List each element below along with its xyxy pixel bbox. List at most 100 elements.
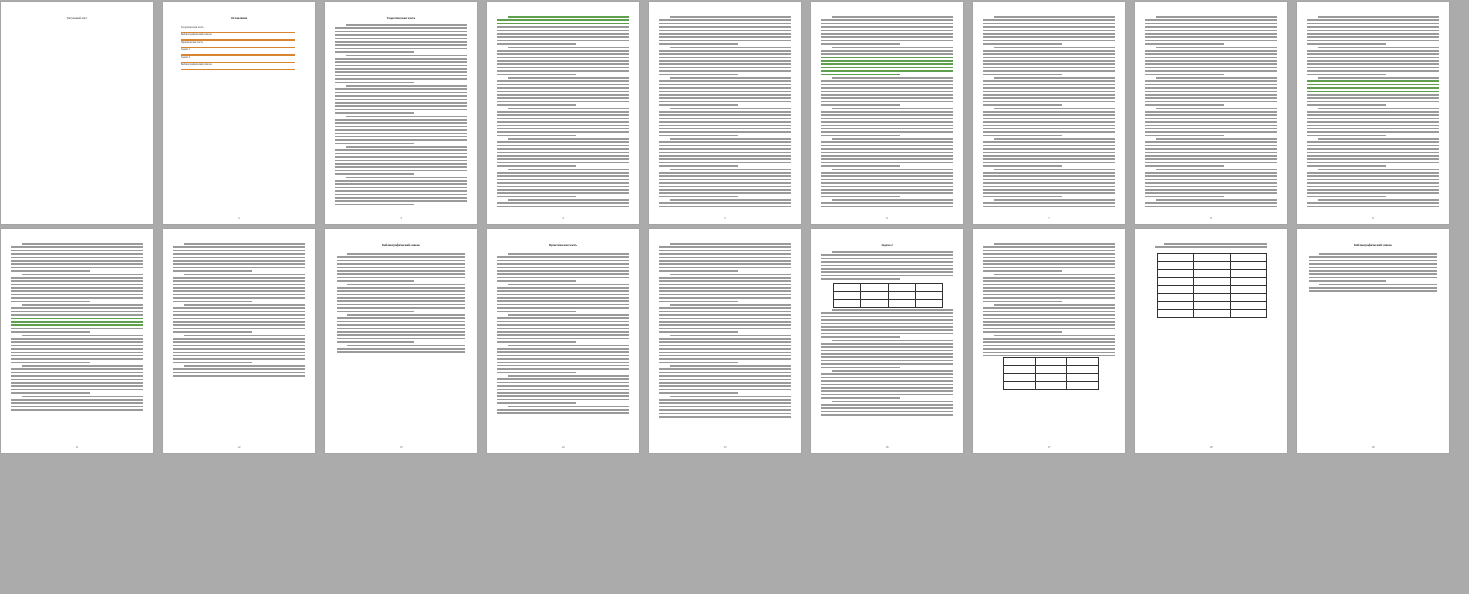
text-line [983,127,1115,130]
text-line [659,151,791,154]
text-line [11,314,143,316]
text-line [1145,83,1277,86]
text-line [821,90,953,93]
text-line [1307,114,1439,116]
data-table [1157,253,1267,318]
text-line [173,256,305,259]
text-line [1307,134,1387,137]
text-line [821,397,901,399]
text-line [497,347,629,350]
text-line [1145,80,1277,83]
page-thumbnail[interactable]: 7 [973,2,1125,224]
text-line [1309,259,1437,262]
page-thumbnail[interactable]: 8 [1135,2,1287,224]
text-line [335,152,467,155]
text-line [497,195,577,198]
text-line [659,398,791,401]
page-thumbnail[interactable]: Задача 2 16 [811,229,963,453]
toc-item[interactable]: Задача 1 [181,48,295,56]
page-thumbnail[interactable]: Библиографический список 13 [325,229,477,453]
text-line [821,271,953,273]
text-line [1307,182,1439,184]
page-thumbnail[interactable]: 17 [973,229,1125,453]
text-line [983,317,1115,320]
page-title: Библиографический список [381,243,421,247]
text-line [821,56,953,59]
text-line [831,138,953,140]
text-line [983,155,1115,157]
page-thumbnail[interactable]: Библиографический список 19 [1297,229,1449,453]
text-line [821,380,953,382]
text-line [497,117,629,120]
text-line [983,310,1115,313]
page-thumbnail[interactable]: Теоретическая часть 3 [325,2,477,224]
text-line [11,344,143,347]
text-line [983,351,1115,354]
text-line [659,90,791,93]
text-line [335,193,467,196]
text-line [173,310,305,313]
text-line [659,290,791,293]
text-line [337,334,465,336]
text-line [821,410,953,413]
text-line [1145,161,1277,164]
page-number: 7 [1048,216,1050,220]
text-line [173,320,305,323]
page-thumbnail[interactable]: Титульный лист [1,2,153,224]
text-line [497,36,629,38]
text-line [337,337,465,340]
text-line [497,408,629,411]
text-line [497,395,629,397]
text-line [1307,66,1439,69]
toc-item[interactable]: Практическая часть [181,41,295,49]
page-thumbnail[interactable]: 12 [163,229,315,453]
text-line [983,246,1115,248]
text-line [659,415,791,418]
text-line [983,195,1063,198]
text-line [173,358,305,360]
text-line [11,378,143,381]
text-line [497,192,629,194]
text-line [983,117,1115,120]
toc-item[interactable]: Библиографический список [181,33,295,41]
toc-item[interactable]: Библиографический список [181,63,295,71]
text-line [11,310,143,313]
text-line [821,114,953,116]
text-line [983,192,1115,194]
text-line [1307,70,1439,72]
text-line [1307,19,1439,21]
text-line [983,348,1115,350]
text-line [983,134,1063,137]
text-line [1309,280,1386,282]
page-thumbnail[interactable]: Практическая часть 14 [487,229,639,453]
text-line [659,104,739,106]
page-thumbnail[interactable]: 11 [1,229,153,453]
text-line [497,334,629,336]
page-thumbnail[interactable]: 18 [1135,229,1287,453]
page-thumbnail[interactable]: 5 [649,2,801,224]
text-block [821,16,953,209]
text-line [1317,168,1439,171]
text-line [11,388,143,391]
text-line [821,43,901,45]
page-thumbnail[interactable]: 9 [1297,2,1449,224]
text-line [983,165,1063,167]
text-line [173,249,305,252]
page-thumbnail[interactable]: Оглавление Теоретическая часть Библиогра… [163,2,315,224]
page-number: 14 [561,445,565,449]
text-line [497,398,629,401]
toc-item[interactable]: Задача 2 [181,56,295,63]
text-line [983,39,1115,42]
text-line [821,171,953,174]
text-line [983,151,1115,154]
text-line [821,254,953,256]
page-thumbnail[interactable]: 4 [487,2,639,224]
toc-item[interactable]: Теоретическая часть [181,26,295,34]
text-line [1145,110,1277,113]
page-thumbnail[interactable]: 6 [811,2,963,224]
text-line [659,385,791,387]
text-line [11,246,143,248]
text-line [497,303,629,306]
page-thumbnail[interactable]: 15 [649,229,801,453]
text-line [983,97,1115,99]
